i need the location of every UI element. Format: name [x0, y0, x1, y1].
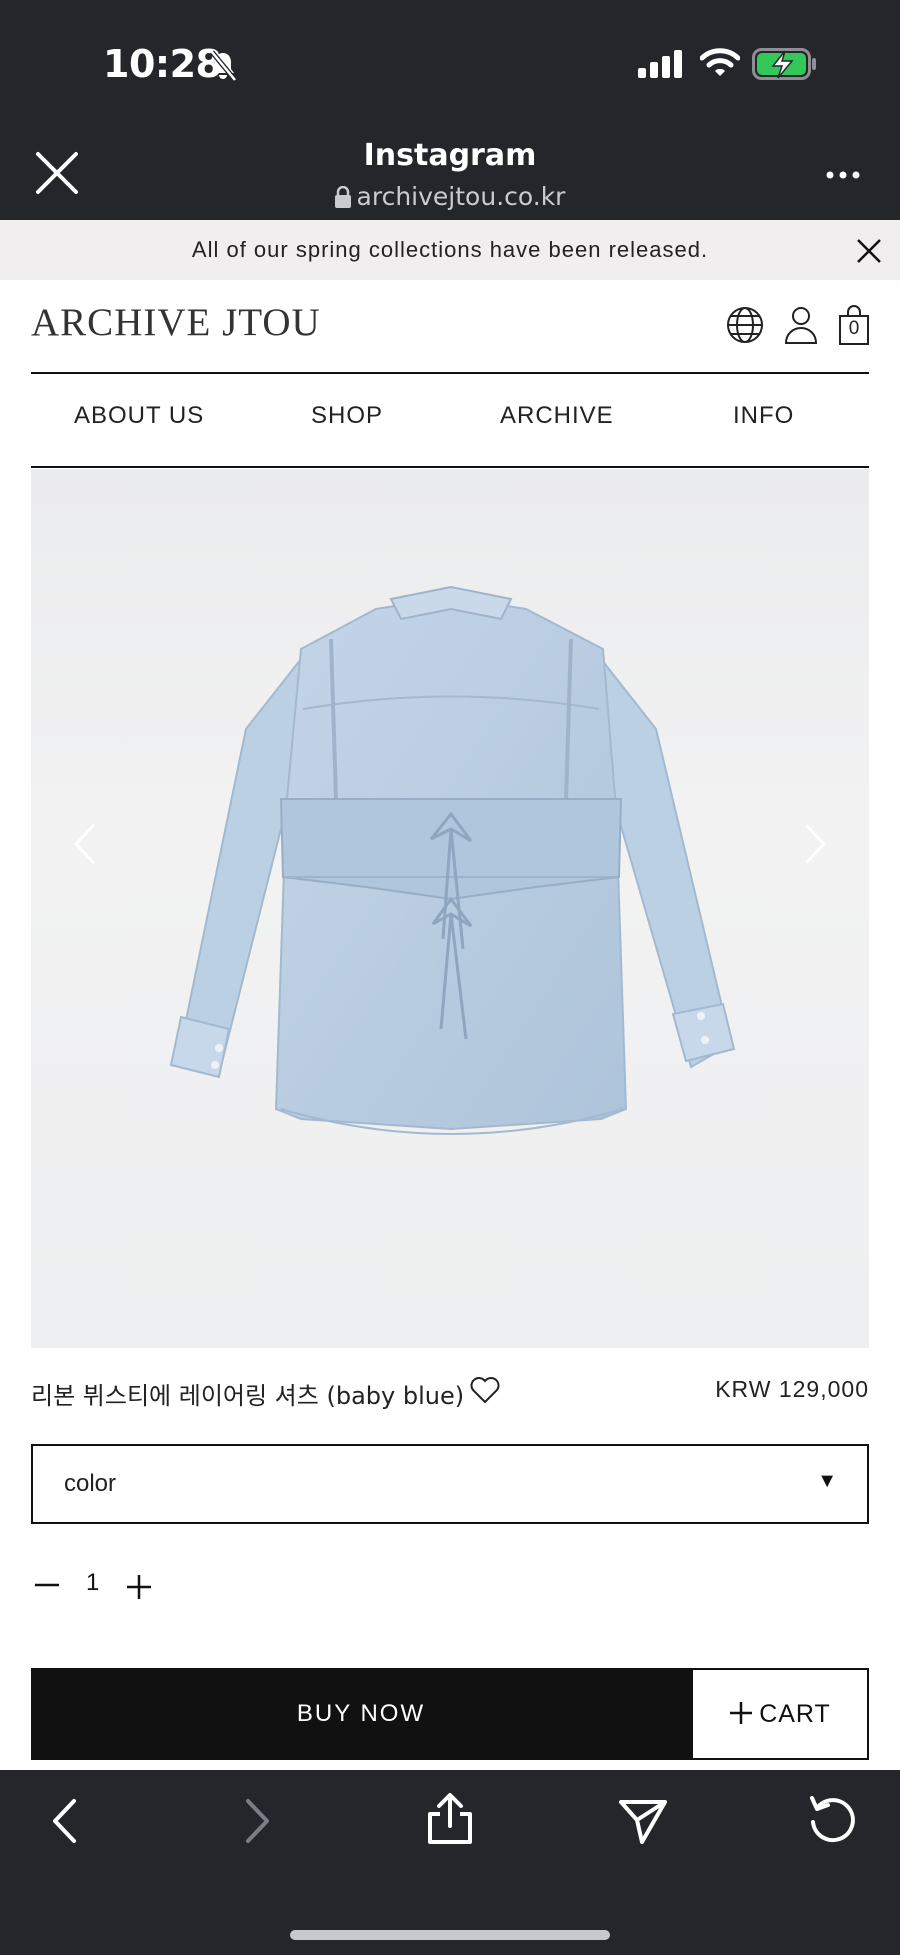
announcement-banner: All of our spring collections have been …	[0, 220, 900, 280]
lock-icon	[334, 186, 351, 208]
buy-now-label: BUY NOW	[296, 1700, 426, 1727]
carousel-next-arrow-icon[interactable]	[802, 822, 828, 866]
back-icon[interactable]	[50, 1798, 78, 1844]
battery-charging-icon	[752, 48, 816, 80]
product-price: KRW 129,000	[715, 1376, 869, 1402]
bell-muted-icon	[210, 50, 237, 82]
browser-toolbar	[0, 1770, 900, 1955]
nav-shop[interactable]: SHOP	[311, 402, 383, 430]
select-value: color	[64, 1470, 117, 1497]
nav-about-us[interactable]: ABOUT US	[74, 402, 204, 430]
product-name: 리본 뷔스티에 레이어링 셔츠 (baby blue)	[31, 1382, 465, 1410]
in-app-browser-bar: Instagram archivejtou.co.kr	[0, 130, 900, 220]
share-icon[interactable]	[426, 1792, 474, 1846]
header-divider	[31, 372, 869, 374]
wifi-icon	[700, 48, 740, 76]
nav-archive[interactable]: ARCHIVE	[500, 402, 614, 430]
reload-icon[interactable]	[808, 1794, 858, 1846]
nav-divider	[31, 466, 869, 468]
nav-info[interactable]: INFO	[733, 402, 794, 430]
forward-icon[interactable]	[244, 1798, 272, 1844]
status-bar: 10:28	[0, 0, 900, 130]
carousel-prev-arrow-icon[interactable]	[72, 822, 98, 866]
add-to-cart-button[interactable]: CART	[691, 1668, 869, 1760]
quantity-value: 1	[86, 1569, 100, 1596]
status-time: 10:28	[103, 42, 222, 86]
browser-url: archivejtou.co.kr	[0, 182, 900, 211]
globe-icon[interactable]	[726, 306, 764, 344]
color-option-select[interactable]: color ▼	[31, 1444, 869, 1524]
increase-quantity-icon[interactable]	[126, 1574, 152, 1600]
announcement-text: All of our spring collections have been …	[191, 237, 709, 262]
site-logo[interactable]: ARCHIVE JTOU	[31, 300, 321, 345]
product-image-carousel[interactable]	[31, 469, 869, 1348]
wishlist-heart-icon[interactable]	[470, 1376, 500, 1404]
cart-label: CART	[759, 1700, 831, 1728]
product-photo	[169, 585, 736, 1135]
browser-title: Instagram	[363, 138, 537, 173]
close-icon[interactable]	[856, 238, 882, 264]
user-account-icon[interactable]	[784, 306, 818, 344]
plus-icon	[730, 1702, 753, 1724]
caret-down-icon: ▼	[817, 1470, 837, 1492]
more-options-icon[interactable]	[826, 170, 860, 180]
decrease-quantity-icon[interactable]	[34, 1575, 60, 1595]
home-indicator[interactable]	[290, 1930, 610, 1940]
send-icon[interactable]	[618, 1798, 668, 1846]
cart-count: 0	[848, 318, 860, 339]
buy-now-button[interactable]: BUY NOW	[31, 1668, 691, 1760]
shopping-bag-button[interactable]: 0	[838, 304, 870, 346]
cellular-signal-icon	[638, 50, 682, 78]
browser-url-text: archivejtou.co.kr	[356, 182, 566, 211]
